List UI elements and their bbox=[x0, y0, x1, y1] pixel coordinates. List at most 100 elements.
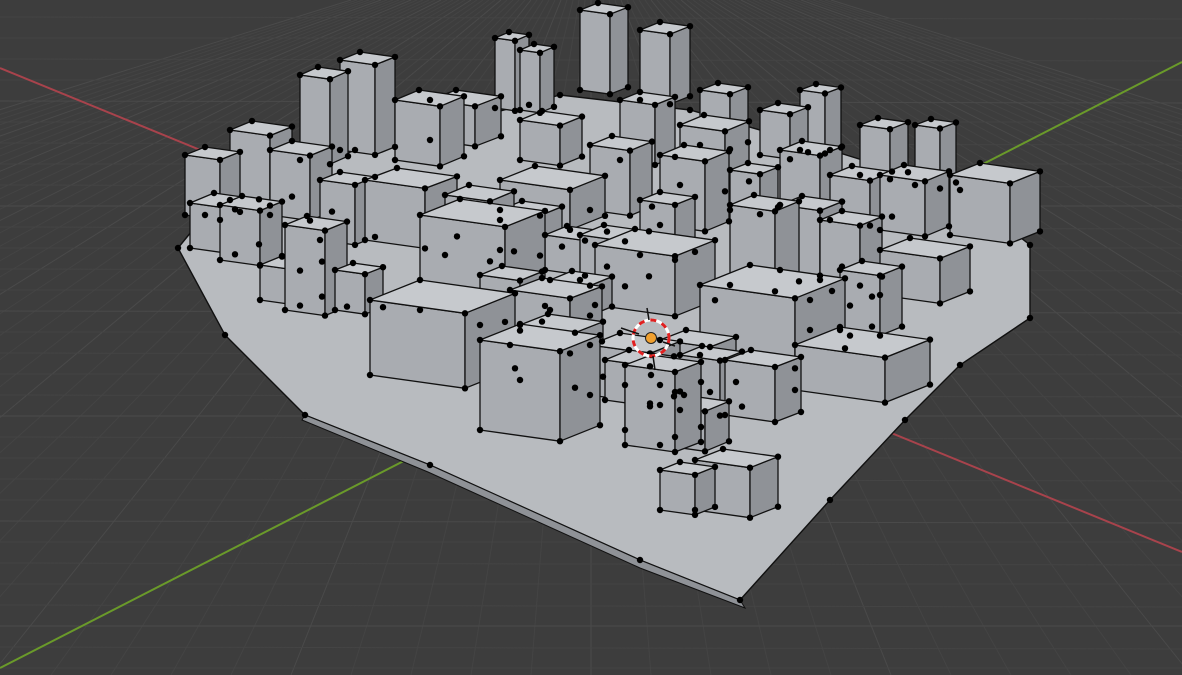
vertex[interactable] bbox=[826, 146, 834, 154]
vertex[interactable] bbox=[795, 198, 803, 205]
vertex[interactable] bbox=[343, 218, 351, 225]
vertex[interactable] bbox=[900, 161, 908, 169]
vertex[interactable] bbox=[416, 211, 424, 219]
vertex[interactable] bbox=[216, 256, 224, 264]
vertex[interactable] bbox=[911, 181, 919, 189]
vertex[interactable] bbox=[516, 327, 524, 334]
vertex[interactable] bbox=[331, 306, 339, 314]
vertex[interactable] bbox=[416, 306, 424, 314]
building[interactable] bbox=[724, 349, 802, 423]
vertex[interactable] bbox=[379, 264, 387, 271]
vertex[interactable] bbox=[756, 171, 764, 178]
vertex[interactable] bbox=[586, 206, 594, 214]
vertex[interactable] bbox=[391, 53, 399, 61]
vertex[interactable] bbox=[624, 84, 632, 91]
vertex[interactable] bbox=[744, 159, 752, 167]
vertex[interactable] bbox=[726, 281, 734, 289]
vertex[interactable] bbox=[636, 251, 644, 259]
vertex[interactable] bbox=[255, 241, 263, 248]
vertex[interactable] bbox=[756, 151, 764, 159]
vertex[interactable] bbox=[927, 115, 935, 123]
vertex[interactable] bbox=[436, 163, 444, 170]
vertex[interactable] bbox=[656, 151, 664, 159]
vertex[interactable] bbox=[571, 384, 579, 391]
vertex[interactable] bbox=[686, 23, 694, 30]
building[interactable] bbox=[594, 228, 716, 317]
vertex[interactable] bbox=[676, 458, 684, 466]
vertex[interactable] bbox=[828, 287, 836, 295]
vertex[interactable] bbox=[952, 179, 960, 186]
vertex[interactable] bbox=[598, 283, 606, 290]
vertex[interactable] bbox=[774, 453, 782, 460]
vertex[interactable] bbox=[898, 263, 906, 270]
vertex[interactable] bbox=[266, 146, 274, 154]
vertex[interactable] bbox=[281, 306, 289, 314]
city-mesh[interactable] bbox=[174, 0, 1044, 609]
vertex[interactable] bbox=[771, 363, 779, 371]
vertex[interactable] bbox=[821, 90, 829, 97]
vertex[interactable] bbox=[550, 43, 558, 50]
vertex[interactable] bbox=[756, 106, 764, 114]
vertex[interactable] bbox=[791, 365, 799, 372]
vertex[interactable] bbox=[366, 296, 374, 304]
vertex[interactable] bbox=[328, 143, 336, 150]
vertex[interactable] bbox=[599, 318, 607, 325]
vertex[interactable] bbox=[598, 338, 606, 345]
vertex[interactable] bbox=[426, 461, 434, 469]
vertex[interactable] bbox=[461, 385, 469, 392]
vertex[interactable] bbox=[645, 273, 653, 280]
vertex[interactable] bbox=[226, 196, 234, 204]
vertex[interactable] bbox=[371, 173, 379, 181]
vertex[interactable] bbox=[460, 93, 468, 100]
vertex[interactable] bbox=[321, 312, 329, 319]
vertex[interactable] bbox=[791, 386, 799, 394]
vertex[interactable] bbox=[578, 113, 586, 120]
vertex[interactable] bbox=[837, 84, 845, 91]
vertex[interactable] bbox=[366, 371, 374, 379]
vertex[interactable] bbox=[698, 342, 706, 350]
vertex[interactable] bbox=[255, 196, 263, 203]
vertex[interactable] bbox=[848, 162, 856, 170]
vertex[interactable] bbox=[314, 63, 322, 71]
vertex[interactable] bbox=[876, 332, 884, 339]
vertex[interactable] bbox=[686, 106, 694, 114]
vertex[interactable] bbox=[566, 350, 574, 357]
vertex[interactable] bbox=[745, 178, 753, 185]
vertex[interactable] bbox=[344, 68, 352, 75]
vertex[interactable] bbox=[351, 146, 359, 154]
vertex[interactable] bbox=[750, 191, 758, 199]
vertex[interactable] bbox=[336, 168, 344, 176]
vertex[interactable] bbox=[288, 123, 296, 130]
vertex[interactable] bbox=[881, 399, 889, 406]
vertex[interactable] bbox=[706, 388, 714, 396]
vertex[interactable] bbox=[725, 218, 733, 225]
vertex[interactable] bbox=[586, 391, 594, 399]
vertex[interactable] bbox=[608, 303, 616, 310]
vertex[interactable] bbox=[936, 185, 944, 192]
vertex[interactable] bbox=[791, 341, 799, 349]
vertex[interactable] bbox=[621, 381, 629, 389]
vertex[interactable] bbox=[186, 199, 194, 207]
vertex[interactable] bbox=[656, 188, 664, 196]
vertex[interactable] bbox=[516, 376, 524, 384]
vertex[interactable] bbox=[826, 171, 834, 179]
vertex[interactable] bbox=[461, 310, 469, 317]
vertex[interactable] bbox=[795, 278, 803, 285]
vertex[interactable] bbox=[856, 222, 864, 229]
vertex[interactable] bbox=[1026, 241, 1034, 249]
vertex[interactable] bbox=[530, 40, 538, 48]
vertex[interactable] bbox=[746, 261, 754, 269]
vertex[interactable] bbox=[546, 276, 554, 284]
vertex[interactable] bbox=[452, 86, 460, 94]
vertex[interactable] bbox=[465, 181, 473, 189]
vertex[interactable] bbox=[518, 197, 526, 205]
vertex[interactable] bbox=[625, 346, 633, 354]
vertex[interactable] bbox=[536, 252, 544, 259]
vertex[interactable] bbox=[371, 233, 379, 241]
vertex[interactable] bbox=[956, 361, 964, 369]
vertex[interactable] bbox=[497, 93, 505, 100]
vertex[interactable] bbox=[846, 332, 854, 339]
vertex[interactable] bbox=[976, 159, 984, 167]
vertex[interactable] bbox=[732, 333, 740, 341]
vertex[interactable] bbox=[596, 422, 604, 429]
